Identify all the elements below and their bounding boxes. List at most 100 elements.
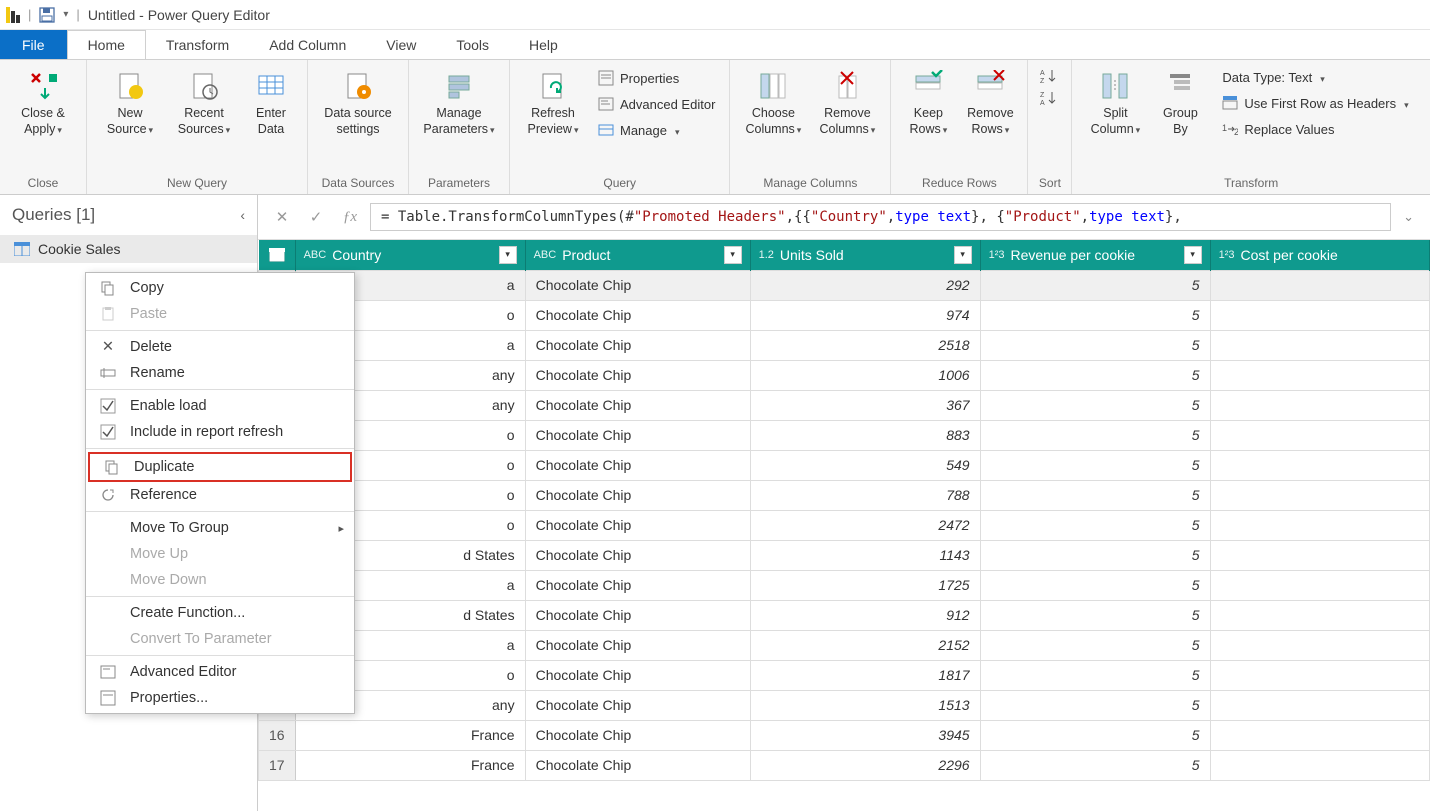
tab-transform[interactable]: Transform [146,30,249,59]
ctx-advanced-editor[interactable]: Advanced Editor [86,659,354,685]
recent-sources-button[interactable]: Recent Sources [169,66,239,141]
column-header-revenue[interactable]: 1²3Revenue per cookie▾ [980,240,1210,270]
table-row[interactable]: 16FranceChocolate Chip39455 [259,720,1430,750]
table-row[interactable]: aChocolate Chip2925 [259,270,1430,300]
column-filter-icon[interactable]: ▾ [724,246,742,264]
keep-rows-button[interactable]: Keep Rows [899,66,957,141]
cell-product[interactable]: Chocolate Chip [525,720,750,750]
cell-units[interactable]: 883 [750,420,980,450]
table-row[interactable]: anyChocolate Chip3675 [259,390,1430,420]
cell-country[interactable]: France [295,750,525,780]
column-filter-icon[interactable]: ▾ [954,246,972,264]
first-row-headers-button[interactable]: Use First Row as Headers [1216,91,1414,115]
cell-units[interactable]: 549 [750,450,980,480]
cell-cost[interactable] [1210,420,1429,450]
sort-desc-button[interactable]: ZA [1036,88,1062,108]
table-row[interactable]: anyChocolate Chip10065 [259,360,1430,390]
column-filter-icon[interactable]: ▾ [499,246,517,264]
cell-units[interactable]: 788 [750,480,980,510]
tab-help[interactable]: Help [509,30,578,59]
split-column-button[interactable]: Split Column [1080,66,1150,141]
save-icon[interactable] [39,7,55,23]
cell-product[interactable]: Chocolate Chip [525,570,750,600]
cell-country[interactable]: France [295,720,525,750]
cell-product[interactable]: Chocolate Chip [525,390,750,420]
cell-cost[interactable] [1210,660,1429,690]
table-row[interactable]: oChocolate Chip7885 [259,480,1430,510]
group-by-button[interactable]: Group By [1154,66,1206,141]
cell-revenue[interactable]: 5 [980,300,1210,330]
table-row[interactable]: aChocolate Chip17255 [259,570,1430,600]
tab-view[interactable]: View [366,30,436,59]
advanced-editor-button[interactable]: Advanced Editor [592,92,721,116]
cell-product[interactable]: Chocolate Chip [525,690,750,720]
tab-home[interactable]: Home [67,30,146,59]
cell-cost[interactable] [1210,510,1429,540]
ctx-move-to-group[interactable]: Move To Group [86,515,354,541]
sort-asc-button[interactable]: AZ [1036,66,1062,86]
data-source-settings-button[interactable]: Data source settings [316,66,400,141]
ctx-rename[interactable]: Rename [86,360,354,386]
cell-units[interactable]: 1006 [750,360,980,390]
cell-revenue[interactable]: 5 [980,390,1210,420]
column-header-cost[interactable]: 1²3Cost per cookie [1210,240,1429,270]
cell-revenue[interactable]: 5 [980,420,1210,450]
ctx-copy[interactable]: Copy [86,275,354,301]
cell-cost[interactable] [1210,390,1429,420]
table-row[interactable]: oChocolate Chip9745 [259,300,1430,330]
collapse-pane-icon[interactable]: ‹ [240,207,245,223]
cell-product[interactable]: Chocolate Chip [525,750,750,780]
cell-product[interactable]: Chocolate Chip [525,510,750,540]
qat-dropdown-icon[interactable]: ▾ [63,9,68,20]
cell-revenue[interactable]: 5 [980,450,1210,480]
cell-revenue[interactable]: 5 [980,540,1210,570]
ctx-enable-load[interactable]: Enable load [86,393,354,419]
tab-tools[interactable]: Tools [436,30,509,59]
formula-input[interactable]: = Table.TransformColumnTypes(#"Promoted … [370,203,1391,231]
cell-product[interactable]: Chocolate Chip [525,330,750,360]
cell-product[interactable]: Chocolate Chip [525,270,750,300]
refresh-preview-button[interactable]: Refresh Preview [518,66,588,141]
cell-revenue[interactable]: 5 [980,330,1210,360]
cell-units[interactable]: 912 [750,600,980,630]
table-row[interactable]: oChocolate Chip24725 [259,510,1430,540]
cell-cost[interactable] [1210,690,1429,720]
cell-cost[interactable] [1210,630,1429,660]
cell-units[interactable]: 3945 [750,720,980,750]
cell-units[interactable]: 974 [750,300,980,330]
cell-units[interactable]: 1143 [750,540,980,570]
column-header-units-sold[interactable]: 1.2Units Sold▾ [750,240,980,270]
cell-product[interactable]: Chocolate Chip [525,300,750,330]
cell-cost[interactable] [1210,270,1429,300]
table-row[interactable]: d StatesChocolate Chip9125 [259,600,1430,630]
enter-data-button[interactable]: Enter Data [243,66,299,141]
properties-button[interactable]: Properties [592,66,721,90]
cell-revenue[interactable]: 5 [980,750,1210,780]
cell-cost[interactable] [1210,600,1429,630]
cell-cost[interactable] [1210,720,1429,750]
table-row[interactable]: oChocolate Chip5495 [259,450,1430,480]
table-row[interactable]: 17FranceChocolate Chip22965 [259,750,1430,780]
column-header-product[interactable]: ABCProduct▾ [525,240,750,270]
cell-cost[interactable] [1210,450,1429,480]
table-row[interactable]: aChocolate Chip21525 [259,630,1430,660]
tab-add-column[interactable]: Add Column [249,30,366,59]
cell-cost[interactable] [1210,300,1429,330]
ctx-duplicate[interactable]: Duplicate [90,454,350,480]
cell-product[interactable]: Chocolate Chip [525,480,750,510]
remove-columns-button[interactable]: Remove Columns [812,66,882,141]
cell-cost[interactable] [1210,540,1429,570]
choose-columns-button[interactable]: Choose Columns [738,66,808,141]
close-apply-button[interactable]: Close & Apply [8,66,78,141]
cell-revenue[interactable]: 5 [980,690,1210,720]
formula-fx-button[interactable]: ƒx [336,203,364,231]
cell-revenue[interactable]: 5 [980,360,1210,390]
cell-units[interactable]: 1725 [750,570,980,600]
formula-commit-button[interactable]: ✓ [302,203,330,231]
cell-units[interactable]: 1513 [750,690,980,720]
cell-revenue[interactable]: 5 [980,570,1210,600]
replace-values-button[interactable]: 12Replace Values [1216,117,1414,141]
cell-units[interactable]: 292 [750,270,980,300]
ctx-reference[interactable]: Reference [86,482,354,508]
query-item-cookie-sales[interactable]: Cookie Sales [0,235,257,263]
